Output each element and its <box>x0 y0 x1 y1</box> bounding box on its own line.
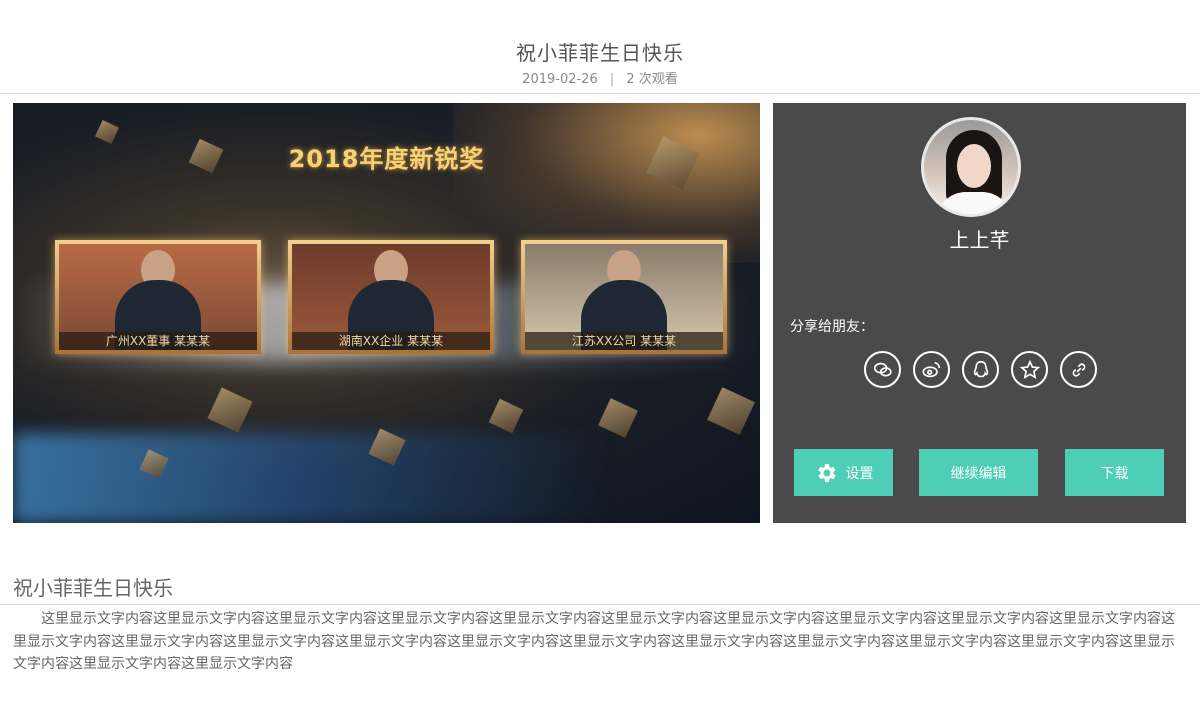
page-title: 祝小菲菲生日快乐 <box>516 41 684 65</box>
link-share-button[interactable] <box>1060 351 1097 388</box>
decorative-cube <box>707 387 755 435</box>
weibo-share-button[interactable] <box>913 351 950 388</box>
decorative-cube <box>488 398 524 434</box>
content-title: 祝小菲菲生日快乐 <box>13 576 173 600</box>
content-description: 这里显示文字内容这里显示文字内容这里显示文字内容这里显示文字内容这里显示文字内容… <box>13 611 1175 672</box>
qzone-share-button[interactable] <box>1011 351 1048 388</box>
award-caption: 江苏XX公司 某某某 <box>525 332 723 350</box>
award-card: 湖南XX企业 某某某 <box>288 240 494 354</box>
share-label: 分享给朋友： <box>790 319 874 335</box>
gear-icon <box>817 463 836 482</box>
page-meta: 2019-02-26 | 2 次观看 <box>0 68 1200 87</box>
creator-panel: 上上芊 分享给朋友： 设置 继续编辑 下载 <box>773 103 1186 523</box>
qq-icon <box>973 360 988 377</box>
award-card: 江苏XX公司 某某某 <box>521 240 727 354</box>
decorative-cube <box>207 387 253 433</box>
qq-share-button[interactable] <box>962 351 999 388</box>
qzone-icon <box>1019 359 1040 379</box>
video-player[interactable]: 2018年度新锐奖 广州XX董事 某某某 湖南XX企业 某某某 江苏XX公司 某… <box>13 103 760 523</box>
publish-date: 2019-02-26 <box>522 72 598 87</box>
award-caption: 湖南XX企业 某某某 <box>292 332 490 350</box>
wechat-icon <box>873 362 892 377</box>
decorative-cube <box>598 398 638 438</box>
username: 上上芊 <box>949 228 1010 252</box>
continue-edit-label: 继续编辑 <box>950 465 1007 482</box>
video-award-title: 2018年度新锐奖 <box>288 145 485 173</box>
award-photo: 江苏XX公司 某某某 <box>525 244 723 350</box>
wechat-share-button[interactable] <box>864 351 901 388</box>
view-count: 2 次观看 <box>626 72 678 87</box>
page-header: 祝小菲菲生日快乐 2019-02-26 | 2 次观看 <box>0 0 1200 94</box>
content-divider <box>0 604 1200 605</box>
weibo-icon <box>921 361 940 377</box>
award-card: 广州XX董事 某某某 <box>55 240 261 354</box>
avatar-face <box>957 144 991 188</box>
meta-separator: | <box>609 72 615 87</box>
avatar[interactable] <box>921 117 1021 217</box>
award-caption: 广州XX董事 某某某 <box>59 332 257 350</box>
share-buttons <box>864 351 1097 389</box>
award-photo: 湖南XX企业 某某某 <box>292 244 490 350</box>
settings-button[interactable]: 设置 <box>794 449 893 496</box>
video-background-light <box>453 103 760 263</box>
settings-label: 设置 <box>845 465 874 482</box>
download-button[interactable]: 下载 <box>1065 449 1164 496</box>
continue-edit-button[interactable]: 继续编辑 <box>919 449 1038 496</box>
link-icon <box>1072 362 1085 377</box>
download-label: 下载 <box>1100 465 1129 482</box>
award-photo: 广州XX董事 某某某 <box>59 244 257 350</box>
